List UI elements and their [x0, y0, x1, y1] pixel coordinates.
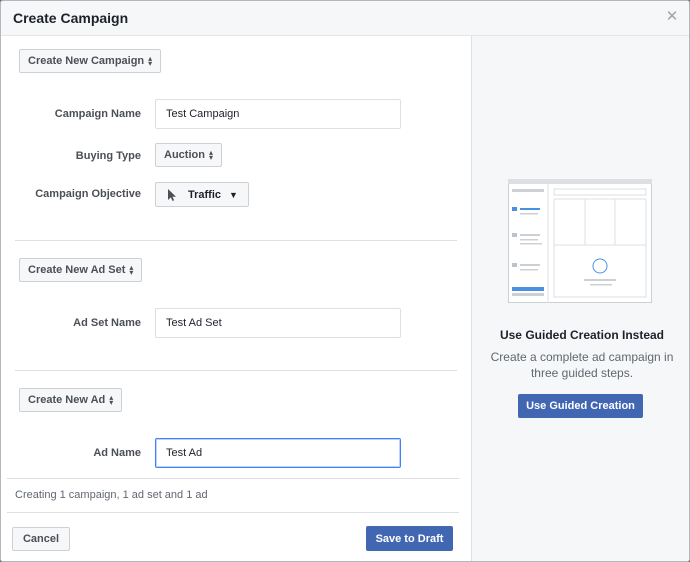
use-guided-creation-button[interactable]: Use Guided Creation: [518, 394, 643, 418]
footer-divider: [7, 512, 459, 513]
updown-arrows-icon: ▴ ▾: [109, 393, 114, 407]
guided-creation-illustration: [508, 179, 652, 303]
guided-creation-title: Use Guided Creation Instead: [499, 328, 665, 342]
close-icon[interactable]: ✕: [665, 9, 679, 24]
section-divider: [15, 370, 457, 371]
section-divider: [15, 240, 457, 241]
guided-creation-description: Create a complete ad campaign in three g…: [490, 350, 674, 380]
ad-name-input[interactable]: Test Ad: [155, 438, 401, 468]
chevron-down-icon: ▼: [229, 189, 238, 200]
updown-arrows-icon: ▴ ▾: [148, 54, 153, 68]
buying-type-select[interactable]: Auction ▴ ▾: [155, 143, 222, 167]
campaign-objective-value: Traffic: [188, 188, 222, 201]
dialog-header: Create Campaign ✕: [1, 1, 689, 36]
cursor-arrow-icon: [168, 188, 176, 201]
guided-creation-panel: Use Guided Creation Instead Create a com…: [471, 36, 689, 561]
ad-name-label: Ad Name: [93, 447, 141, 459]
dialog-title: Create Campaign: [13, 10, 129, 26]
create-new-ad-set-label: Create New Ad Set: [28, 264, 126, 276]
creation-summary: Creating 1 campaign, 1 ad set and 1 ad: [15, 489, 208, 501]
campaign-name-label: Campaign Name: [54, 108, 141, 120]
buying-type-value: Auction: [164, 149, 205, 161]
buying-type-label: Buying Type: [75, 150, 141, 162]
ad-set-name-label: Ad Set Name: [73, 317, 141, 329]
campaign-objective-label: Campaign Objective: [35, 188, 141, 200]
updown-arrows-icon: ▴ ▾: [208, 148, 213, 162]
updown-arrows-icon: ▴ ▾: [129, 263, 134, 277]
create-new-campaign-select[interactable]: Create New Campaign ▴ ▾: [19, 49, 162, 73]
create-new-ad-set-select[interactable]: Create New Ad Set ▴ ▾: [19, 258, 143, 282]
cancel-button[interactable]: Cancel: [12, 527, 70, 551]
save-to-draft-button[interactable]: Save to Draft: [366, 526, 453, 551]
campaign-objective-select[interactable]: Traffic ▼: [155, 182, 249, 207]
footer-divider: [7, 478, 459, 479]
campaign-form: Create New Campaign ▴ ▾ Campaign Name Tes…: [1, 36, 471, 561]
create-new-ad-label: Create New Ad: [28, 394, 106, 406]
create-new-ad-select[interactable]: Create New Ad ▴ ▾: [19, 388, 123, 412]
create-new-campaign-label: Create New Campaign: [28, 55, 145, 67]
ad-set-name-input[interactable]: Test Ad Set: [155, 308, 401, 338]
campaign-name-input[interactable]: Test Campaign: [155, 99, 401, 129]
create-campaign-dialog: Create Campaign ✕ Create New Campaign ▴ ▾…: [0, 0, 690, 562]
